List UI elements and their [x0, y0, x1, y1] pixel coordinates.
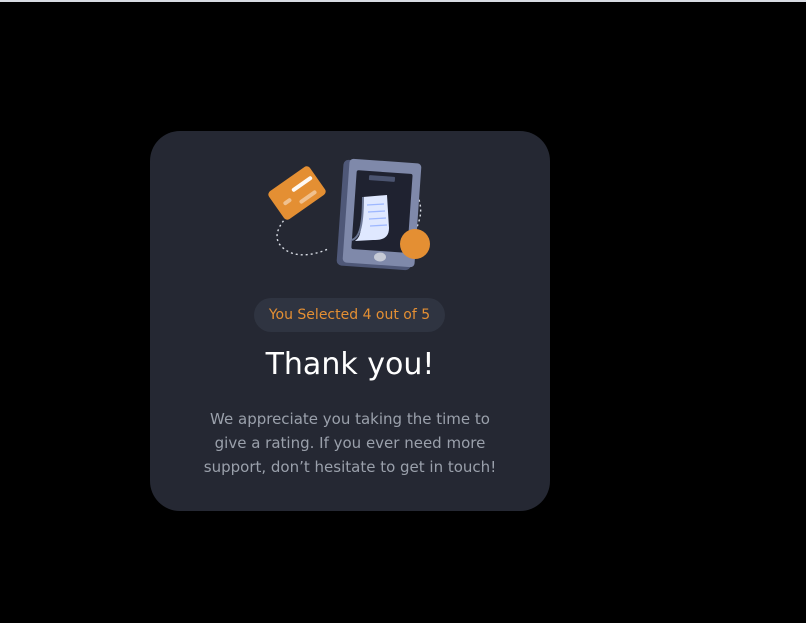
payment-receipt-illustration: [268, 158, 432, 274]
thank-you-title: Thank you!: [265, 347, 435, 382]
thank-you-message: We appreciate you taking the time to giv…: [203, 410, 497, 476]
payment-receipt-icon: [268, 158, 430, 271]
selected-rating-badge: You Selected 4 out of 5: [254, 298, 445, 332]
thank-you-card: You Selected 4 out of 5 Thank you! We ap…: [150, 131, 550, 511]
top-border-line: [0, 0, 806, 2]
